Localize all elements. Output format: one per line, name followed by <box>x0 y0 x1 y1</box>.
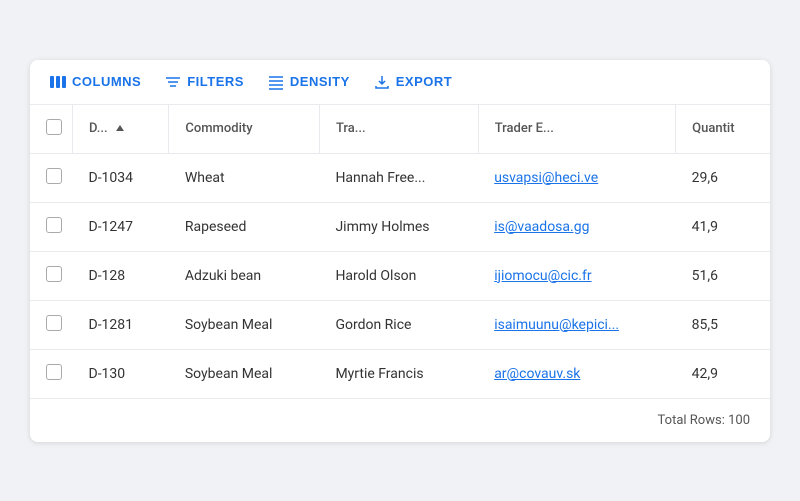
row-checkbox[interactable] <box>46 364 62 380</box>
col-header-quantity[interactable]: Quantit <box>676 105 770 154</box>
table-row: D-1281Soybean MealGordon Rice isaimuunu@k… <box>30 300 770 349</box>
cell-trader-email[interactable]: isaimuunu@kepici... <box>478 300 675 349</box>
col-header-commodity[interactable]: Commodity <box>169 105 320 154</box>
row-checkbox-cell <box>30 349 73 398</box>
cell-trader: Myrtie Francis <box>319 349 478 398</box>
cell-deal-id: D-1281 <box>73 300 169 349</box>
cell-commodity: Soybean Meal <box>169 300 320 349</box>
cell-quantity: 42,9 <box>676 349 770 398</box>
export-icon <box>374 74 390 90</box>
trader-email-link[interactable]: usvapsi@heci.ve <box>494 170 598 186</box>
trader-email-link[interactable]: ar@covauv.sk <box>494 366 580 382</box>
cell-trader: Gordon Rice <box>319 300 478 349</box>
columns-button[interactable]: COLUMNS <box>50 74 141 90</box>
select-all-header[interactable] <box>30 105 73 154</box>
cell-quantity: 85,5 <box>676 300 770 349</box>
cell-commodity: Soybean Meal <box>169 349 320 398</box>
col-header-trader[interactable]: Tra... <box>319 105 478 154</box>
row-checkbox-cell <box>30 153 73 202</box>
cell-deal-id: D-1034 <box>73 153 169 202</box>
cell-quantity: 51,6 <box>676 251 770 300</box>
cell-trader: Jimmy Holmes <box>319 202 478 251</box>
select-all-checkbox[interactable] <box>46 119 62 135</box>
cell-trader-email[interactable]: ijiomocu@cic.fr <box>478 251 675 300</box>
density-button[interactable]: DENSITY <box>268 74 350 90</box>
row-checkbox-cell <box>30 202 73 251</box>
col-header-trader-email[interactable]: Trader E... <box>478 105 675 154</box>
cell-deal-id: D-130 <box>73 349 169 398</box>
total-rows: Total Rows: 100 <box>658 413 750 428</box>
sort-asc-icon <box>114 123 126 135</box>
table-footer: Total Rows: 100 <box>30 398 770 442</box>
cell-trader-email[interactable]: is@vaadosa.gg <box>478 202 675 251</box>
columns-icon <box>50 74 66 90</box>
col-header-deal-id[interactable]: D... <box>73 105 169 154</box>
cell-trader-email[interactable]: ar@covauv.sk <box>478 349 675 398</box>
cell-commodity: Wheat <box>169 153 320 202</box>
density-icon <box>268 74 284 90</box>
toolbar: COLUMNS FILTERS DENSITY <box>30 60 770 105</box>
cell-quantity: 41,9 <box>676 202 770 251</box>
cell-trader: Hannah Free... <box>319 153 478 202</box>
table-wrapper: D... Commodity Tra... <box>30 105 770 398</box>
cell-commodity: Adzuki bean <box>169 251 320 300</box>
data-table: D... Commodity Tra... <box>30 105 770 398</box>
row-checkbox[interactable] <box>46 217 62 233</box>
cell-deal-id: D-1247 <box>73 202 169 251</box>
row-checkbox[interactable] <box>46 315 62 331</box>
row-checkbox-cell <box>30 300 73 349</box>
table-row: D-128Adzuki beanHarold Olson ijiomocu@cic… <box>30 251 770 300</box>
cell-deal-id: D-128 <box>73 251 169 300</box>
table-row: D-1034WheatHannah Free... usvapsi@heci.ve… <box>30 153 770 202</box>
cell-quantity: 29,6 <box>676 153 770 202</box>
row-checkbox[interactable] <box>46 266 62 282</box>
export-label: EXPORT <box>396 74 452 89</box>
density-label: DENSITY <box>290 74 350 89</box>
trader-email-link[interactable]: isaimuunu@kepici... <box>494 317 619 333</box>
table-row: D-130Soybean MealMyrtie Francis ar@covauv… <box>30 349 770 398</box>
export-button[interactable]: EXPORT <box>374 74 452 90</box>
trader-email-link[interactable]: is@vaadosa.gg <box>494 219 589 235</box>
cell-trader: Harold Olson <box>319 251 478 300</box>
table-header-row: D... Commodity Tra... <box>30 105 770 154</box>
row-checkbox[interactable] <box>46 168 62 184</box>
row-checkbox-cell <box>30 251 73 300</box>
trader-email-link[interactable]: ijiomocu@cic.fr <box>494 268 591 284</box>
cell-trader-email[interactable]: usvapsi@heci.ve <box>478 153 675 202</box>
table-row: D-1247RapeseedJimmy Holmes is@vaadosa.gg 4… <box>30 202 770 251</box>
columns-label: COLUMNS <box>72 74 141 89</box>
data-grid-card: COLUMNS FILTERS DENSITY <box>30 60 770 442</box>
filters-icon <box>165 74 181 90</box>
filters-label: FILTERS <box>187 74 244 89</box>
cell-commodity: Rapeseed <box>169 202 320 251</box>
filters-button[interactable]: FILTERS <box>165 74 244 90</box>
